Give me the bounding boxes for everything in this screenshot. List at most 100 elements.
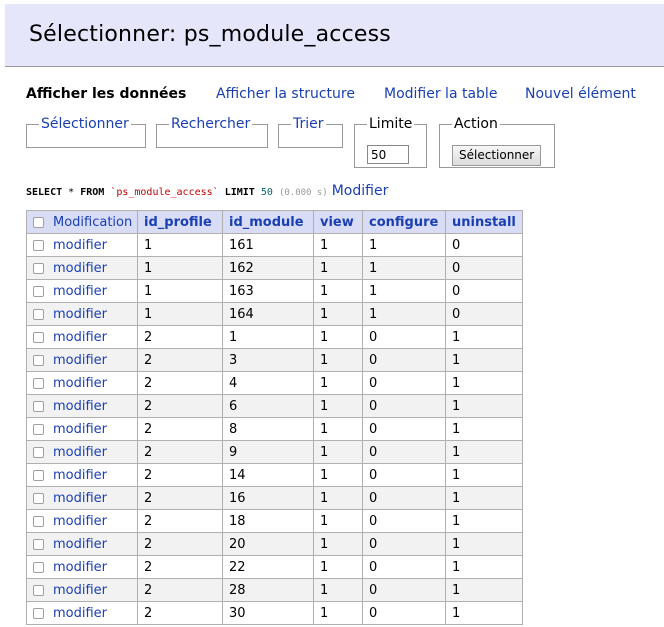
- cell-id-module: 20: [222, 532, 314, 556]
- row-checkbox[interactable]: [33, 515, 44, 527]
- row-modify-link[interactable]: modifier: [53, 445, 107, 460]
- row-checkbox[interactable]: [33, 423, 44, 435]
- row-modify-link[interactable]: modifier: [53, 261, 107, 276]
- cell-configure: 0: [362, 578, 446, 602]
- cell-configure: 0: [362, 486, 446, 510]
- row-modify-cell: modifier: [26, 578, 138, 602]
- cell-id-profile: 2: [137, 509, 223, 533]
- table-row: modifier 2 14 1 0 1: [26, 463, 523, 487]
- row-checkbox[interactable]: [33, 584, 44, 596]
- table-row: modifier 1 163 1 1 0: [26, 279, 523, 303]
- cell-id-module: 14: [222, 463, 314, 487]
- tab-alter-table[interactable]: Modifier la table: [384, 86, 497, 102]
- row-modify-link[interactable]: modifier: [53, 399, 107, 414]
- select-button[interactable]: Sélectionner: [452, 145, 542, 166]
- tab-new-item[interactable]: Nouvel élément: [525, 86, 636, 102]
- row-checkbox[interactable]: [33, 331, 44, 343]
- row-modify-cell: modifier: [26, 509, 138, 533]
- cell-id-module: 164: [222, 302, 314, 326]
- tab-show-structure[interactable]: Afficher la structure: [216, 86, 355, 102]
- row-modify-link[interactable]: modifier: [53, 238, 107, 253]
- cell-id-module: 6: [222, 394, 314, 418]
- row-modify-link[interactable]: modifier: [53, 583, 107, 598]
- cell-uninstall: 1: [445, 463, 523, 487]
- search-link[interactable]: Rechercher: [171, 116, 250, 132]
- sql-star: *: [62, 187, 81, 198]
- cell-view: 1: [313, 325, 363, 349]
- cell-id-module: 163: [222, 279, 314, 303]
- sql-edit-link[interactable]: Modifier: [332, 183, 389, 199]
- cell-uninstall: 1: [445, 578, 523, 602]
- column-header-modification: Modification: [26, 210, 138, 234]
- cell-id-profile: 1: [137, 302, 223, 326]
- row-modify-link[interactable]: modifier: [53, 422, 107, 437]
- row-modify-link[interactable]: modifier: [53, 537, 107, 552]
- row-modify-link[interactable]: modifier: [53, 491, 107, 506]
- select-columns-link[interactable]: Sélectionner: [41, 116, 129, 132]
- row-checkbox[interactable]: [33, 561, 44, 573]
- table-row: modifier 1 164 1 1 0: [26, 302, 523, 326]
- column-header-uninstall[interactable]: uninstall: [445, 210, 523, 234]
- row-checkbox[interactable]: [33, 377, 44, 389]
- sql-limit-keyword: LIMIT: [224, 187, 255, 198]
- cell-view: 1: [313, 463, 363, 487]
- cell-configure: 0: [362, 371, 446, 395]
- row-checkbox[interactable]: [33, 239, 44, 251]
- row-modify-link[interactable]: modifier: [53, 307, 107, 322]
- row-checkbox[interactable]: [33, 285, 44, 297]
- row-modify-link[interactable]: modifier: [53, 514, 107, 529]
- column-header-configure[interactable]: configure: [362, 210, 446, 234]
- row-modify-link[interactable]: modifier: [53, 376, 107, 391]
- cell-id-profile: 2: [137, 440, 223, 464]
- cell-id-profile: 2: [137, 371, 223, 395]
- cell-configure: 0: [362, 509, 446, 533]
- cell-id-module: 161: [222, 233, 314, 257]
- row-checkbox[interactable]: [33, 446, 44, 458]
- cell-id-profile: 2: [137, 394, 223, 418]
- row-checkbox[interactable]: [33, 538, 44, 550]
- row-modify-link[interactable]: modifier: [53, 468, 107, 483]
- row-checkbox[interactable]: [33, 262, 44, 274]
- column-header-label: Modification: [53, 214, 133, 230]
- sort-fieldset: Trier: [278, 116, 343, 148]
- row-checkbox[interactable]: [33, 607, 44, 619]
- table-body: modifier 1 161 1 1 0 modifier 1 162 1 1 0 modifier 1 1…: [26, 233, 523, 625]
- row-modify-link[interactable]: modifier: [53, 284, 107, 299]
- row-modify-cell: modifier: [26, 532, 138, 556]
- row-checkbox[interactable]: [33, 492, 44, 504]
- cell-view: 1: [313, 601, 363, 625]
- row-checkbox[interactable]: [33, 400, 44, 412]
- row-checkbox[interactable]: [33, 308, 44, 320]
- column-header-id-module[interactable]: id_module: [222, 210, 314, 234]
- cell-id-module: 18: [222, 509, 314, 533]
- tab-show-data[interactable]: Afficher les données: [26, 86, 186, 102]
- cell-uninstall: 0: [445, 302, 523, 326]
- select-all-checkbox[interactable]: [33, 216, 44, 228]
- row-modify-link[interactable]: modifier: [53, 353, 107, 368]
- row-modify-link[interactable]: modifier: [53, 330, 107, 345]
- cell-id-profile: 2: [137, 325, 223, 349]
- sort-link[interactable]: Trier: [293, 116, 324, 132]
- cell-view: 1: [313, 348, 363, 372]
- cell-view: 1: [313, 555, 363, 579]
- cell-uninstall: 1: [445, 532, 523, 556]
- cell-id-profile: 2: [137, 578, 223, 602]
- sql-table-name: `ps_module_access`: [110, 187, 219, 198]
- cell-id-profile: 2: [137, 555, 223, 579]
- limit-input[interactable]: [367, 145, 409, 164]
- table-row: modifier 2 6 1 0 1: [26, 394, 523, 418]
- cell-id-module: 28: [222, 578, 314, 602]
- column-header-view[interactable]: view: [313, 210, 363, 234]
- action-label: Action: [454, 116, 498, 132]
- row-modify-link[interactable]: modifier: [53, 560, 107, 575]
- row-checkbox[interactable]: [33, 469, 44, 481]
- cell-uninstall: 0: [445, 279, 523, 303]
- row-modify-cell: modifier: [26, 371, 138, 395]
- cell-configure: 1: [362, 233, 446, 257]
- cell-id-profile: 1: [137, 233, 223, 257]
- row-checkbox[interactable]: [33, 354, 44, 366]
- row-modify-cell: modifier: [26, 279, 138, 303]
- cell-view: 1: [313, 532, 363, 556]
- row-modify-link[interactable]: modifier: [53, 606, 107, 621]
- column-header-id-profile[interactable]: id_profile: [137, 210, 223, 234]
